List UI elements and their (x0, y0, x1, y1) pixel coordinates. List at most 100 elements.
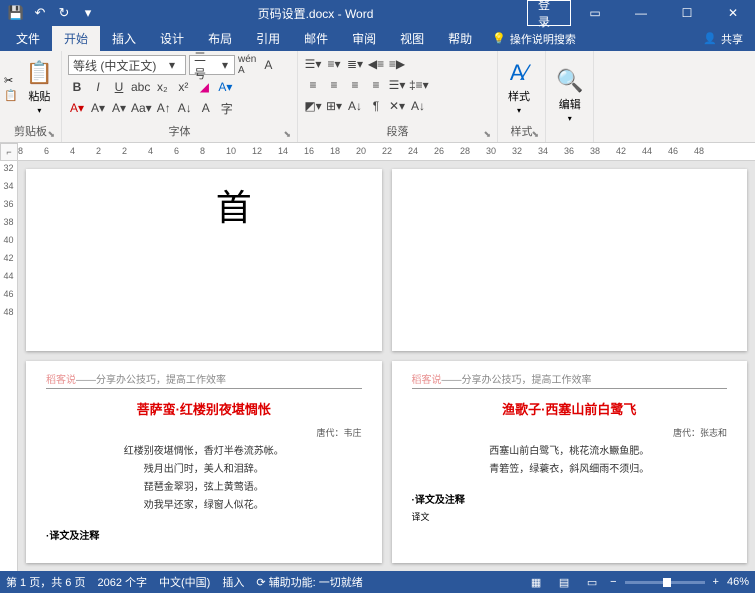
minimize-icon[interactable]: — (619, 0, 663, 26)
font-color-icon[interactable]: A▾ (89, 99, 107, 117)
line-spacing-icon[interactable]: ‡≡▾ (409, 76, 429, 94)
paragraph-launcher[interactable]: ⬊ (483, 129, 491, 140)
page-3[interactable]: 稻客说——分享办公技巧，提高工作效率 菩萨蛮·红楼别夜堪惆怅 唐代：韦庄 红楼别… (26, 361, 382, 564)
close-icon[interactable]: ✕ (711, 0, 755, 26)
page-2[interactable] (392, 169, 748, 351)
page4-author: 唐代：张志和 (412, 426, 728, 439)
styles-icon: A⁄ (510, 60, 528, 86)
copy-icon[interactable]: 📋 (4, 89, 18, 102)
page-4[interactable]: 稻客说——分享办公技巧，提高工作效率 渔歌子·西塞山前白鹭飞 唐代：张志和 西塞… (392, 361, 748, 564)
group-styles: 样式⬊ (502, 122, 541, 140)
styles-launcher[interactable]: ⬊ (531, 129, 539, 140)
shrink-font-icon[interactable]: A↓ (176, 99, 194, 117)
font-name-combo[interactable]: 等线 (中文正文)▾ (68, 55, 186, 75)
group-editing (550, 138, 589, 140)
enclose-icon[interactable]: Aa▾ (131, 99, 152, 117)
vertical-ruler[interactable]: 323436384042444648 (0, 161, 18, 571)
align-center-icon[interactable]: ≡ (325, 76, 343, 94)
tab-mailings[interactable]: 邮件 (292, 26, 340, 51)
ltr-icon[interactable]: ✕▾ (388, 97, 406, 115)
multilevel-icon[interactable]: ≣▾ (346, 55, 364, 73)
strike-button[interactable]: abc (131, 78, 150, 96)
tab-home[interactable]: 开始 (52, 26, 100, 51)
page3-section: ·译文及注释 (46, 527, 362, 542)
group-clipboard: 剪贴板⬊ (4, 122, 57, 140)
tab-view[interactable]: 视图 (388, 26, 436, 51)
save-icon[interactable]: 💾 (8, 5, 24, 21)
status-insert[interactable]: 插入 (222, 574, 244, 590)
tab-design[interactable]: 设计 (148, 26, 196, 51)
chevron-down-icon: ▾ (37, 106, 41, 115)
bullets-icon[interactable]: ☰▾ (304, 55, 322, 73)
paste-button[interactable]: 📋 粘贴 ▾ (20, 58, 59, 117)
view-read-icon[interactable]: ▦ (526, 574, 546, 590)
window-title: 页码设置.docx - Word (104, 5, 527, 22)
page4-section: ·译文及注释 (412, 491, 728, 506)
view-print-icon[interactable]: ▤ (554, 574, 574, 590)
page4-header: 稻客说——分享办公技巧，提高工作效率 (412, 371, 728, 389)
tab-help[interactable]: 帮助 (436, 26, 484, 51)
increase-indent-icon[interactable]: ≡▶ (388, 55, 406, 73)
borders-icon[interactable]: ⊞▾ (325, 97, 343, 115)
status-words[interactable]: 2062 个字 (97, 574, 147, 590)
login-button[interactable]: 登录 (527, 0, 571, 26)
cut-icon[interactable]: ✂ (4, 74, 18, 87)
clipboard-launcher[interactable]: ⬊ (47, 129, 55, 140)
show-marks-icon[interactable]: ¶ (367, 97, 385, 115)
maximize-icon[interactable]: ☐ (665, 0, 709, 26)
decrease-indent-icon[interactable]: ◀≡ (367, 55, 385, 73)
status-accessibility[interactable]: ⟳ 辅助功能: 一切就绪 (256, 574, 362, 590)
zoom-in-icon[interactable]: + (713, 576, 719, 588)
find-icon: 🔍 (556, 68, 583, 94)
document-area[interactable]: 首 稻客说——分享办公技巧，提高工作效率 菩萨蛮·红楼别夜堪惆怅 唐代：韦庄 红… (18, 161, 755, 571)
ribbon-display-icon[interactable]: ▭ (573, 0, 617, 26)
ruler-toggle[interactable]: ⌐ (0, 143, 18, 161)
qat-more-icon[interactable]: ▾ (80, 5, 96, 21)
horizontal-ruler[interactable]: ⌐ 86422468101214161820222426283032343638… (0, 143, 755, 161)
change-case-icon[interactable]: A (197, 99, 215, 117)
tab-review[interactable]: 审阅 (340, 26, 388, 51)
zoom-slider[interactable] (625, 581, 705, 584)
subscript-button[interactable]: x₂ (153, 78, 171, 96)
bold-button[interactable]: B (68, 78, 86, 96)
shading-icon[interactable]: ◩▾ (304, 97, 322, 115)
align-left-icon[interactable]: ≡ (304, 76, 322, 94)
italic-button[interactable]: I (89, 78, 107, 96)
phonetic-icon[interactable]: wénA (238, 56, 256, 74)
zoom-out-icon[interactable]: − (610, 576, 616, 588)
page-1[interactable]: 首 (26, 169, 382, 351)
sort-icon[interactable]: A↓ (346, 97, 364, 115)
char-border-icon[interactable]: A (259, 56, 277, 74)
underline-button[interactable]: U (110, 78, 128, 96)
view-web-icon[interactable]: ▭ (582, 574, 602, 590)
distribute-icon[interactable]: ☰▾ (388, 76, 406, 94)
page3-header: 稻客说——分享办公技巧，提高工作效率 (46, 371, 362, 389)
tell-me[interactable]: 💡操作说明搜索 (492, 31, 576, 47)
page3-poem: 红楼别夜堪惆怅，香灯半卷流苏帐。残月出门时，美人和泪辞。琵琶金翠羽，弦上黄莺语。… (46, 443, 362, 515)
highlight-icon[interactable]: A▾ (68, 99, 86, 117)
styles-button[interactable]: A⁄ 样式 ▾ (502, 58, 536, 117)
share-button[interactable]: 👤共享 (703, 31, 751, 47)
status-page[interactable]: 第 1 页，共 6 页 (6, 574, 85, 590)
font-size-combo[interactable]: 二号▾ (189, 55, 235, 75)
rtl-icon[interactable]: A↓ (409, 97, 427, 115)
char-shading-icon[interactable]: A▾ (110, 99, 128, 117)
align-right-icon[interactable]: ≡ (346, 76, 364, 94)
grow-font-icon[interactable]: A↑ (155, 99, 173, 117)
page4-poem: 西塞山前白鹭飞，桃花流水鳜鱼肥。青箬笠，绿蓑衣，斜风细雨不须归。 (412, 443, 728, 479)
tab-file[interactable]: 文件 (4, 26, 52, 51)
undo-icon[interactable]: ↶ (32, 5, 48, 21)
tab-insert[interactable]: 插入 (100, 26, 148, 51)
redo-icon[interactable]: ↻ (56, 5, 72, 21)
zoom-level[interactable]: 46% (727, 576, 749, 588)
circled-icon[interactable]: 字 (218, 99, 236, 117)
superscript-button[interactable]: x² (174, 78, 192, 96)
font-launcher[interactable]: ⬊ (283, 129, 291, 140)
clear-format-icon[interactable]: ◢ (195, 78, 213, 96)
tab-references[interactable]: 引用 (244, 26, 292, 51)
text-effects-icon[interactable]: A▾ (216, 78, 234, 96)
status-lang[interactable]: 中文(中国) (159, 574, 210, 590)
editing-button[interactable]: 🔍 编辑 ▾ (550, 66, 589, 125)
numbering-icon[interactable]: ≡▾ (325, 55, 343, 73)
justify-icon[interactable]: ≡ (367, 76, 385, 94)
